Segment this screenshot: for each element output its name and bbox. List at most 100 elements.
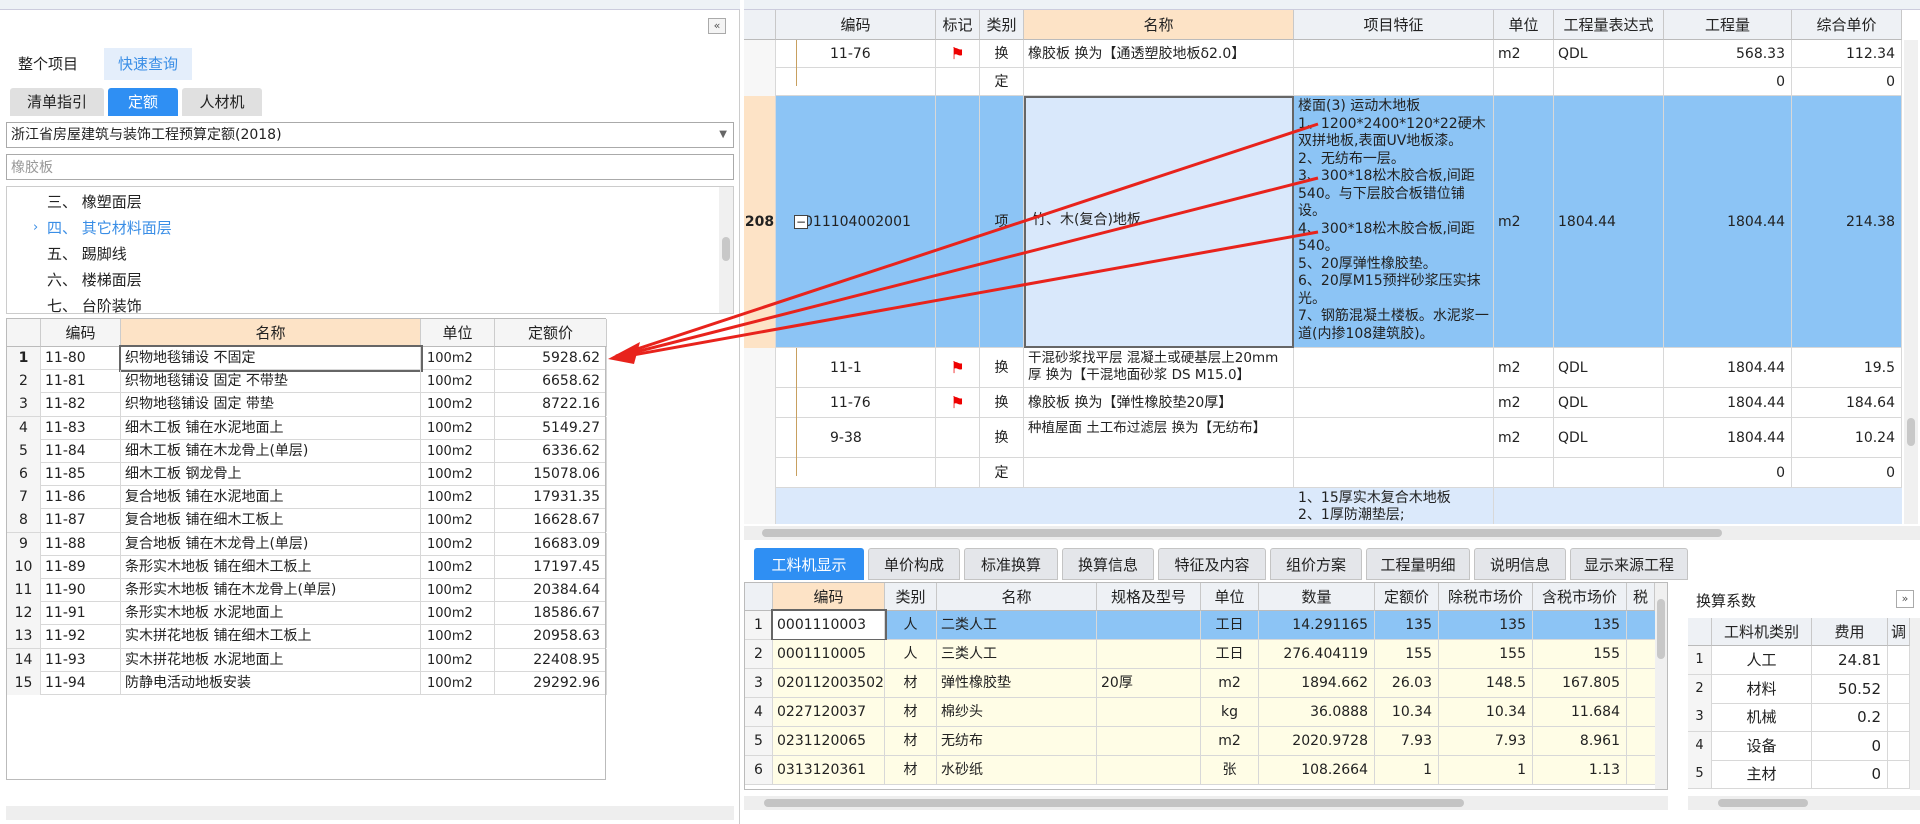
table-row[interactable]: 2 材料 50.52 xyxy=(1688,674,1910,704)
unit-cell[interactable]: m2 xyxy=(1201,727,1259,755)
table-row[interactable]: 1 0001110003 人二类人工 工日 14.291165 135 135 135 xyxy=(745,609,1667,641)
spec-cell[interactable] xyxy=(1097,727,1201,755)
coefficient-scrollbar[interactable] xyxy=(1910,618,1920,790)
quantity-cell[interactable]: 1894.662 xyxy=(1259,669,1375,697)
tab-standard-conversion[interactable]: 标准换算 xyxy=(964,548,1058,580)
column-header-tax-rate[interactable]: 税率 xyxy=(1627,583,1655,634)
quota-price-cell[interactable]: 155 xyxy=(1375,640,1439,668)
column-header-name[interactable]: 名称 xyxy=(937,583,1097,611)
code-cell[interactable]: 0001110003 xyxy=(771,609,887,641)
spec-cell[interactable] xyxy=(1097,611,1201,639)
adjust-cell[interactable] xyxy=(1888,674,1910,703)
column-header-quantity[interactable]: 数量 xyxy=(1259,583,1375,611)
column-header-category[interactable]: 类别 xyxy=(885,583,937,611)
quota-price-cell[interactable]: 26.03 xyxy=(1375,669,1439,697)
material-vertical-scrollbar[interactable] xyxy=(1655,583,1667,789)
ex-tax-price-cell[interactable]: 1 xyxy=(1439,756,1533,784)
category-cell[interactable]: 机械 xyxy=(1712,703,1812,731)
unit-cell[interactable]: 工日 xyxy=(1201,640,1259,668)
quota-price-cell[interactable]: 10.34 xyxy=(1375,698,1439,726)
ex-tax-price-cell[interactable]: 135 xyxy=(1439,611,1533,639)
category-cell[interactable]: 人 xyxy=(885,640,937,668)
code-cell[interactable]: 020112003502 xyxy=(773,669,885,697)
tab-pricing-scheme[interactable]: 组价方案 xyxy=(1270,548,1362,580)
tab-source-project[interactable]: 显示来源工程 xyxy=(1570,548,1688,580)
category-cell[interactable]: 主材 xyxy=(1712,760,1812,788)
code-cell[interactable]: 0001110005 xyxy=(773,640,885,668)
table-row[interactable]: 5 0231120065 材无纺布 m2 2020.9728 7.93 7.93 8.961 xyxy=(745,727,1667,756)
table-row[interactable]: 4 设备 0 xyxy=(1688,731,1910,761)
scroll-thumb[interactable] xyxy=(1718,799,1808,807)
column-header-in-tax-price[interactable]: 含税市场价 xyxy=(1533,583,1627,611)
column-header-quota-price[interactable]: 定额价 xyxy=(1375,583,1439,611)
tab-quantity-detail[interactable]: 工程量明细 xyxy=(1366,548,1470,580)
table-row[interactable]: 3 020112003502 材弹性橡胶垫 20厚 m2 1894.662 26.03 148… xyxy=(745,669,1667,698)
table-row[interactable]: 3 机械 0.2 xyxy=(1688,703,1910,732)
column-header-unit[interactable]: 单位 xyxy=(1201,583,1259,611)
quota-price-cell[interactable]: 1 xyxy=(1375,756,1439,784)
expand-icon[interactable]: » xyxy=(1896,590,1914,608)
adjust-cell[interactable] xyxy=(1888,731,1910,760)
category-cell[interactable]: 人 xyxy=(885,611,937,639)
table-row[interactable]: 6 0313120361 材水砂纸张 108.2664 1 1 1.13 xyxy=(745,756,1667,785)
scroll-thumb[interactable] xyxy=(1657,599,1665,659)
cost-cell[interactable]: 0 xyxy=(1812,760,1888,788)
tab-conversion-info[interactable]: 换算信息 xyxy=(1062,548,1154,580)
category-cell[interactable]: 材 xyxy=(885,669,937,697)
quota-price-cell[interactable]: 7.93 xyxy=(1375,727,1439,755)
spec-cell[interactable] xyxy=(1097,640,1201,668)
quota-price-cell[interactable]: 135 xyxy=(1375,611,1439,639)
quantity-cell[interactable]: 2020.9728 xyxy=(1259,727,1375,755)
tab-description[interactable]: 说明信息 xyxy=(1474,548,1566,580)
table-row[interactable]: 4 0227120037 材棉纱头 kg 36.0888 10.34 10.34 11.684 xyxy=(745,698,1667,727)
adjust-cell[interactable] xyxy=(1888,760,1910,788)
table-row[interactable]: 2 0001110005 人三类人工 工日 276.404119 155 155 155 xyxy=(745,640,1667,669)
table-row[interactable]: 1 人工 24.81 xyxy=(1688,646,1910,675)
column-header-category[interactable]: 工料机类别 xyxy=(1712,618,1812,646)
coefficient-horizontal-scrollbar[interactable] xyxy=(1688,796,1920,810)
column-header-code[interactable]: 编码 xyxy=(773,583,885,611)
category-cell[interactable]: 材 xyxy=(885,756,937,784)
name-cell[interactable]: 三类人工 xyxy=(937,640,1097,668)
in-tax-price-cell[interactable]: 167.805 xyxy=(1533,669,1627,697)
name-cell[interactable]: 水砂纸 xyxy=(937,756,1097,784)
column-header-spec[interactable]: 规格及型号 xyxy=(1097,583,1201,611)
quantity-cell[interactable]: 14.291165 xyxy=(1259,611,1375,639)
code-cell[interactable]: 0227120037 xyxy=(773,698,885,726)
category-cell[interactable]: 人工 xyxy=(1712,646,1812,674)
code-cell[interactable]: 0313120361 xyxy=(773,756,885,784)
spec-cell[interactable] xyxy=(1097,756,1201,784)
cost-cell[interactable]: 50.52 xyxy=(1812,674,1888,703)
cost-cell[interactable]: 24.81 xyxy=(1812,646,1888,674)
scroll-thumb[interactable] xyxy=(764,799,1464,807)
column-header-ex-tax-price[interactable]: 除税市场价 xyxy=(1439,583,1533,611)
ex-tax-price-cell[interactable]: 155 xyxy=(1439,640,1533,668)
in-tax-price-cell[interactable]: 1.13 xyxy=(1533,756,1627,784)
tab-unit-price-composition[interactable]: 单价构成 xyxy=(868,548,960,580)
unit-cell[interactable]: m2 xyxy=(1201,669,1259,697)
category-cell[interactable]: 材料 xyxy=(1712,674,1812,703)
table-row[interactable]: 5 主材 0 xyxy=(1688,760,1910,789)
unit-cell[interactable]: kg xyxy=(1201,698,1259,726)
column-header-cost[interactable]: 费用 xyxy=(1812,618,1888,646)
material-horizontal-scrollbar[interactable] xyxy=(744,796,1668,810)
in-tax-price-cell[interactable]: 8.961 xyxy=(1533,727,1627,755)
tab-material-display[interactable]: 工料机显示 xyxy=(754,548,864,580)
ex-tax-price-cell[interactable]: 148.5 xyxy=(1439,669,1533,697)
name-cell[interactable]: 二类人工 xyxy=(937,611,1097,639)
adjust-cell[interactable] xyxy=(1888,646,1910,674)
name-cell[interactable]: 无纺布 xyxy=(937,727,1097,755)
name-cell[interactable]: 棉纱头 xyxy=(937,698,1097,726)
ex-tax-price-cell[interactable]: 7.93 xyxy=(1439,727,1533,755)
in-tax-price-cell[interactable]: 135 xyxy=(1533,611,1627,639)
cost-cell[interactable]: 0 xyxy=(1812,731,1888,760)
unit-cell[interactable]: 工日 xyxy=(1201,611,1259,639)
quantity-cell[interactable]: 108.2664 xyxy=(1259,756,1375,784)
code-cell[interactable]: 0231120065 xyxy=(773,727,885,755)
cost-cell[interactable]: 0.2 xyxy=(1812,703,1888,731)
ex-tax-price-cell[interactable]: 10.34 xyxy=(1439,698,1533,726)
quantity-cell[interactable]: 276.404119 xyxy=(1259,640,1375,668)
spec-cell[interactable]: 20厚 xyxy=(1097,669,1201,697)
category-cell[interactable]: 设备 xyxy=(1712,731,1812,760)
column-header-adjust[interactable]: 调 xyxy=(1888,618,1910,646)
